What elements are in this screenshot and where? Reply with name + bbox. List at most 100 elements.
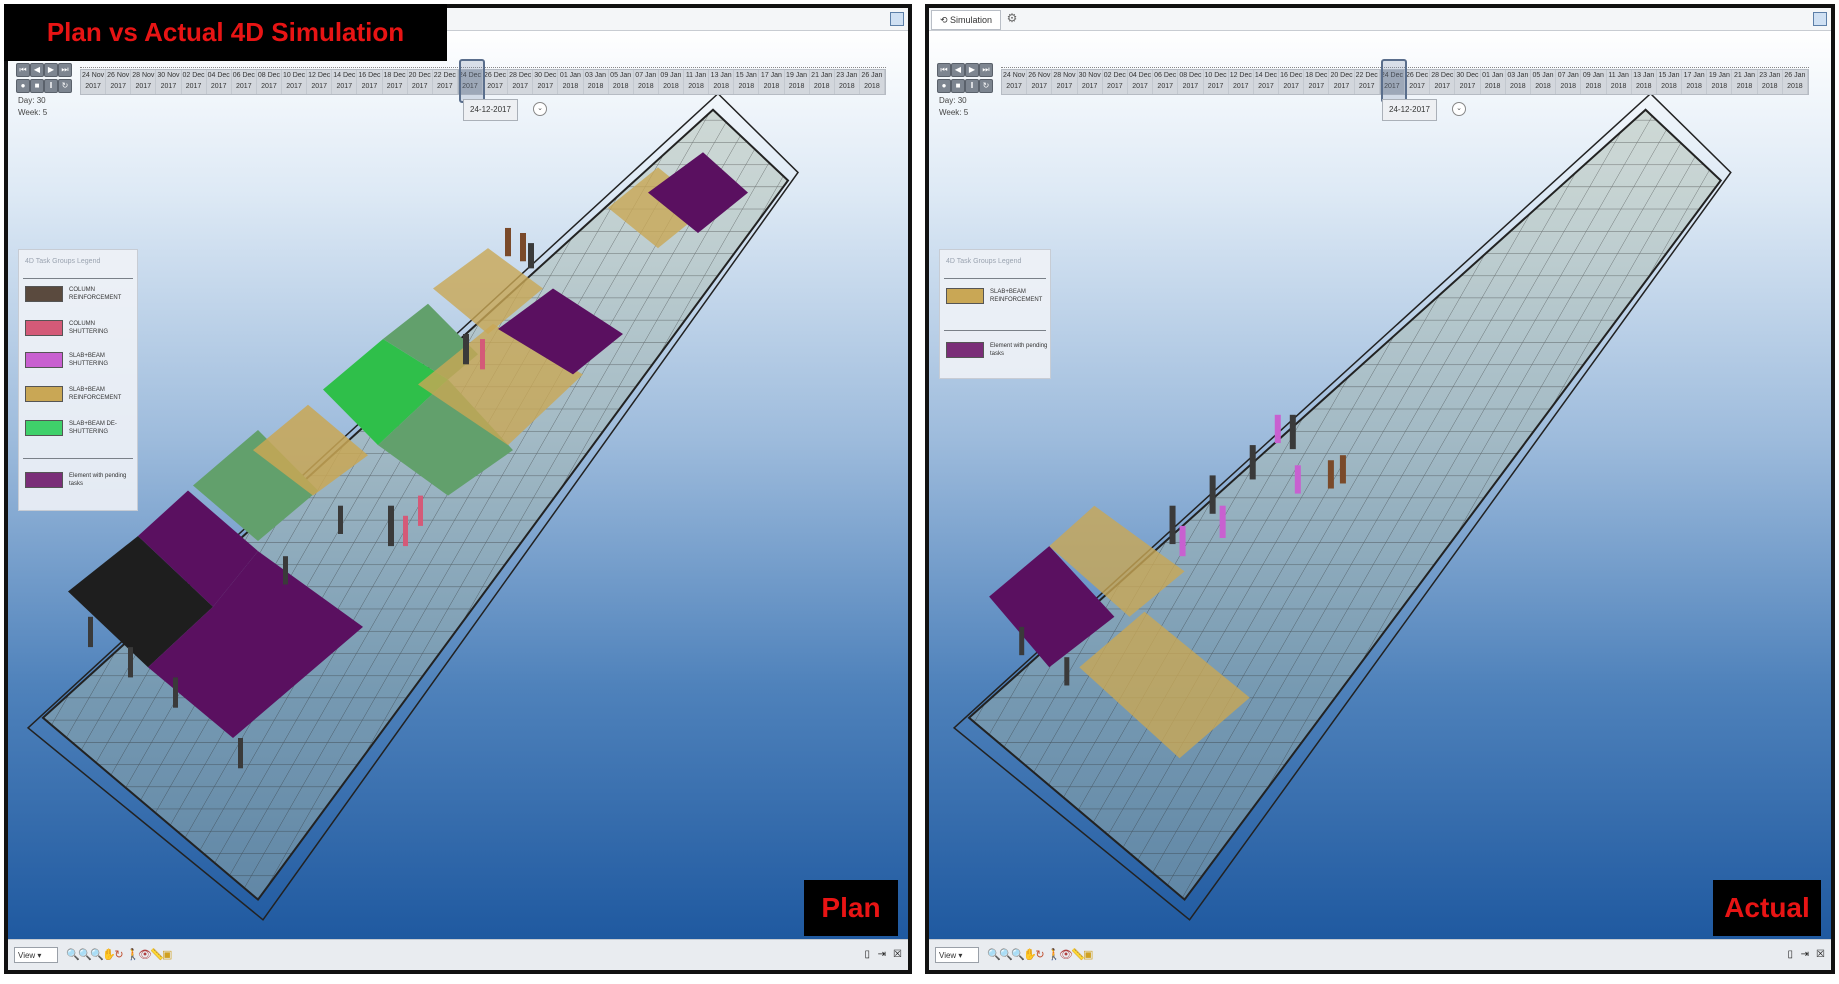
timeline-date[interactable]: 03 Jan 2018 [584,70,609,94]
pan-icon[interactable]: ✋ [102,947,116,963]
restore-window-icon[interactable] [1813,12,1827,26]
3d-viewport[interactable]: ⏮ ◀ ▶ ⏭ ● ■ ‖ ↻ 24 Nov 2017 26 Nov 2017 28 N… [8,31,908,940]
date-picker-icon[interactable]: ⌄ [533,102,547,116]
timeline-date[interactable]: 30 Nov 2017 [156,70,182,94]
building-model[interactable] [929,31,1831,940]
timeline-date[interactable]: 15 Jan 2018 [1657,70,1683,94]
date-picker-icon[interactable]: ⌄ [1452,102,1466,116]
view-dropdown[interactable]: View ▾ [935,947,979,963]
measure-icon[interactable]: 📏 [150,947,164,963]
timeline-date[interactable]: 07 Jan 2018 [634,70,659,94]
timeline-date[interactable]: 05 Jan 2018 [1531,70,1557,94]
walk-icon[interactable]: 🚶 [126,947,140,963]
zoom-icon[interactable]: 🔍 [66,947,80,963]
pin-icon[interactable]: ⇥ [1801,947,1809,963]
timeline-date[interactable]: 19 Jan 2018 [785,70,810,94]
timeline-date[interactable]: 24 Nov 2017 [81,70,107,94]
timeline-date[interactable]: 02 Dec 2017 [1103,70,1128,94]
timeline-date[interactable]: 28 Dec 2017 [508,70,534,94]
zoom-in-icon[interactable]: 🔍 [78,947,92,963]
timeline-date[interactable]: 28 Dec 2017 [1430,70,1456,94]
section-icon[interactable]: ▣ [162,947,172,963]
timeline-date[interactable]: 12 Dec 2017 [1229,70,1254,94]
pin-icon[interactable]: ⇥ [878,947,886,963]
settings-gear-icon[interactable]: ⚙ [1005,11,1019,25]
timeline-date[interactable]: 14 Dec 2017 [1254,70,1280,94]
section-icon[interactable]: ▣ [1083,947,1093,963]
timeline-date[interactable]: 08 Dec 2017 [1178,70,1204,94]
document-icon[interactable]: ▯ [864,947,870,963]
timeline-date[interactable]: 05 Jan 2018 [609,70,634,94]
timeline-date[interactable]: 26 Jan 2018 [860,70,885,94]
step-back-button[interactable]: ◀ [30,63,44,77]
orbit-icon[interactable]: ↻ [1035,947,1045,963]
timeline-date[interactable]: 13 Jan 2018 [709,70,735,94]
timeline-date[interactable]: 01 Jan 2018 [1481,70,1506,94]
timeline-date[interactable]: 19 Jan 2018 [1707,70,1733,94]
last-frame-button[interactable]: ⏭ [58,63,72,77]
timeline-date[interactable]: 17 Jan 2018 [759,70,785,94]
timeline-date[interactable]: 20 Dec 2017 [1329,70,1355,94]
record-button[interactable]: ● [16,79,30,93]
play-button[interactable]: ▶ [965,63,979,77]
timeline-date[interactable]: 30 Dec 2017 [1455,70,1481,94]
timeline-date[interactable]: 21 Jan 2018 [1732,70,1758,94]
timeline-date[interactable]: 16 Dec 2017 [1279,70,1305,94]
timeline-slider-handle[interactable] [1381,59,1408,103]
timeline[interactable]: 24 Nov 2017 26 Nov 2017 28 Nov 2017 30 Nov 2017… [80,59,886,103]
timeline-date[interactable]: 10 Dec 2017 [282,70,308,94]
document-icon[interactable]: ▯ [1787,947,1793,963]
timeline[interactable]: 24 Nov 2017 26 Nov 2017 28 Nov 2017 30 Nov 2017… [1001,59,1809,103]
timeline-date[interactable]: 01 Jan 2018 [558,70,584,94]
timeline-date[interactable]: 23 Jan 2018 [1758,70,1783,94]
timeline-date[interactable]: 12 Dec 2017 [307,70,333,94]
pause-button[interactable]: ‖ [965,79,979,93]
timeline-date[interactable]: 26 Jan 2018 [1783,70,1808,94]
timeline-date[interactable]: 11 Jan 2018 [1607,70,1632,94]
orbit-icon[interactable]: ↻ [114,947,124,963]
timeline-date[interactable]: 26 Nov 2017 [1027,70,1053,94]
pan-icon[interactable]: ✋ [1023,947,1037,963]
timeline-date[interactable]: 10 Dec 2017 [1204,70,1229,94]
timeline-date[interactable]: 09 Jan 2018 [659,70,684,94]
timeline-date[interactable]: 22 Dec 2017 [433,70,458,94]
timeline-date[interactable]: 24 Nov 2017 [1002,70,1028,94]
timeline-date[interactable]: 26 Nov 2017 [106,70,132,94]
zoom-in-icon[interactable]: 🔍 [999,947,1013,963]
current-date-field[interactable]: 24-12-2017 [463,99,518,121]
timeline-date[interactable]: 22 Dec 2017 [1355,70,1380,94]
view-dropdown[interactable]: View ▾ [14,947,58,963]
timeline-date[interactable]: 23 Jan 2018 [835,70,860,94]
stop-button[interactable]: ■ [951,79,965,93]
measure-icon[interactable]: 📏 [1071,947,1085,963]
timeline-date[interactable]: 17 Jan 2018 [1682,70,1708,94]
first-frame-button[interactable]: ⏮ [16,63,30,77]
timeline-slider-handle[interactable] [459,59,486,103]
record-button[interactable]: ● [937,79,951,93]
timeline-date[interactable]: 28 Nov 2017 [1052,70,1078,94]
timeline-date[interactable]: 18 Dec 2017 [1304,70,1330,94]
look-icon[interactable]: 👁 [1059,947,1073,963]
play-button[interactable]: ▶ [44,63,58,77]
look-icon[interactable]: 👁 [138,947,152,963]
step-back-button[interactable]: ◀ [951,63,965,77]
timeline-date[interactable]: 03 Jan 2018 [1506,70,1531,94]
timeline-date[interactable]: 02 Dec 2017 [182,70,207,94]
stop-button[interactable]: ■ [30,79,44,93]
timeline-date[interactable]: 14 Dec 2017 [332,70,358,94]
timeline-date[interactable]: 26 Dec 2017 [1405,70,1431,94]
timeline-date[interactable]: 06 Dec 2017 [1153,70,1179,94]
close-icon[interactable]: ☒ [893,947,902,963]
3d-viewport[interactable]: ⏮ ◀ ▶ ⏭ ● ■ ‖ ↻ 24 Nov 2017 26 Nov 2017 28 N… [929,31,1831,940]
tab-simulation[interactable]: ⟲ Simulation [931,10,1002,30]
timeline-date[interactable]: 30 Dec 2017 [533,70,559,94]
timeline-date[interactable]: 15 Jan 2018 [734,70,760,94]
pause-button[interactable]: ‖ [44,79,58,93]
timeline-date[interactable]: 16 Dec 2017 [357,70,383,94]
loop-button[interactable]: ↻ [979,79,993,93]
timeline-date[interactable]: 09 Jan 2018 [1581,70,1607,94]
timeline-date[interactable]: 07 Jan 2018 [1556,70,1582,94]
timeline-date[interactable]: 21 Jan 2018 [810,70,835,94]
timeline-date[interactable]: 26 Dec 2017 [483,70,509,94]
zoom-out-icon[interactable]: 🔍 [90,947,104,963]
